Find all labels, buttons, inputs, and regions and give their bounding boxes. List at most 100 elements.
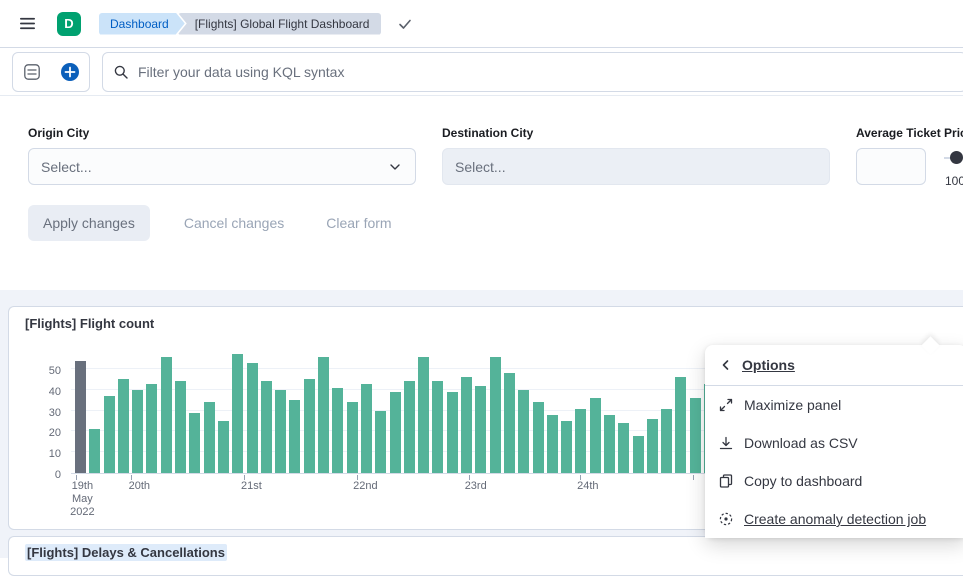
options-back-button[interactable]: Options xyxy=(705,345,963,385)
menu-item-download-csv[interactable]: Download as CSV xyxy=(705,424,963,462)
menu-item-create-anomaly-job[interactable]: Create anomaly detection job xyxy=(705,500,963,538)
search-icon xyxy=(113,64,129,80)
top-header: D Dashboard [Flights] Global Flight Dash… xyxy=(0,0,963,48)
y-tick-label: 30 xyxy=(49,407,61,419)
chart-bar[interactable] xyxy=(390,392,401,473)
clear-form-button[interactable]: Clear form xyxy=(318,205,399,241)
chart-bar[interactable] xyxy=(289,400,300,473)
chart-bar[interactable] xyxy=(361,384,372,473)
chart-bar[interactable] xyxy=(318,357,329,473)
avg-ticket-price-input[interactable] xyxy=(856,148,926,185)
avg-ticket-price-slider: 100 xyxy=(940,148,963,188)
menu-hamburger-button[interactable] xyxy=(14,10,41,37)
y-tick-label: 0 xyxy=(55,469,61,481)
chart-bar[interactable] xyxy=(504,373,515,473)
chart-bar[interactable] xyxy=(518,390,529,473)
chart-bar[interactable] xyxy=(661,409,672,473)
menu-item-label: Create anomaly detection job xyxy=(744,511,926,527)
slider-thumb[interactable] xyxy=(950,151,963,164)
chart-bar[interactable] xyxy=(146,384,157,473)
chart-bar[interactable] xyxy=(332,388,343,473)
ml-icon xyxy=(718,511,734,527)
chart-bar[interactable] xyxy=(304,379,315,473)
menu-item-copy-to-dashboard[interactable]: Copy to dashboard xyxy=(705,462,963,500)
dashboard-controls: Origin City Select... Destination City S… xyxy=(0,96,963,298)
chart-bar[interactable] xyxy=(247,363,258,473)
chart-y-axis: 01020304050 xyxy=(25,355,71,474)
breadcrumb-dashboard[interactable]: Dashboard xyxy=(99,13,185,35)
destination-city-control: Destination City Select... xyxy=(442,126,830,185)
kql-search-input[interactable] xyxy=(138,64,956,80)
x-tick-label: 22nd xyxy=(353,480,377,493)
chart-bar[interactable] xyxy=(118,379,129,473)
chart-bar[interactable] xyxy=(475,386,486,473)
chart-bar[interactable] xyxy=(175,381,186,473)
y-tick-label: 50 xyxy=(49,365,61,377)
delays-panel-title[interactable]: [Flights] Delays & Cancellations xyxy=(25,544,227,561)
apply-changes-button[interactable]: Apply changes xyxy=(28,205,150,241)
y-tick-label: 20 xyxy=(49,427,61,439)
chart-bar[interactable] xyxy=(375,411,386,473)
chart-bar[interactable] xyxy=(418,357,429,473)
chart-bar[interactable] xyxy=(447,392,458,473)
x-tick-label: 19thMay2022 xyxy=(70,480,94,520)
filter-list-icon xyxy=(23,63,41,81)
chart-bar[interactable] xyxy=(575,409,586,473)
controls-actions: Apply changes Cancel changes Clear form xyxy=(28,205,935,241)
chart-bar[interactable] xyxy=(633,436,644,473)
chart-bar[interactable] xyxy=(189,413,200,473)
chart-bar[interactable] xyxy=(690,398,701,473)
chart-bar[interactable] xyxy=(461,377,472,473)
x-tick-label: 23rd xyxy=(465,480,487,493)
plus-circle-icon xyxy=(60,62,80,82)
check-icon xyxy=(397,16,413,32)
chart-bar[interactable] xyxy=(590,398,601,473)
chart-bar[interactable] xyxy=(404,381,415,473)
chart-bar[interactable] xyxy=(547,415,558,473)
add-filter-button[interactable] xyxy=(51,53,89,91)
flight-count-panel-title[interactable]: [Flights] Flight count xyxy=(25,316,154,331)
avg-ticket-price-control: Average Ticket Price 100 xyxy=(856,126,963,188)
breadcrumb-current-dashboard: [Flights] Global Flight Dashboard xyxy=(178,13,382,35)
chart-bar[interactable] xyxy=(75,361,86,473)
chart-bar[interactable] xyxy=(161,357,172,473)
chart-bar[interactable] xyxy=(675,377,686,473)
chart-bar[interactable] xyxy=(561,421,572,473)
menu-item-label: Maximize panel xyxy=(744,397,841,413)
chart-bar[interactable] xyxy=(490,357,501,473)
destination-city-select[interactable]: Select... xyxy=(442,148,830,185)
chart-bar[interactable] xyxy=(232,354,243,473)
space-avatar[interactable]: D xyxy=(57,12,81,36)
menu-item-maximize-panel[interactable]: Maximize panel xyxy=(705,386,963,424)
chart-bar[interactable] xyxy=(618,423,629,473)
menu-item-label: Copy to dashboard xyxy=(744,473,862,489)
origin-city-label: Origin City xyxy=(28,126,416,140)
chart-bar[interactable] xyxy=(132,390,143,473)
kql-search-box xyxy=(102,52,963,92)
options-menu-title: Options xyxy=(742,357,795,373)
filter-button-group xyxy=(12,52,90,92)
chart-bar[interactable] xyxy=(647,419,658,473)
chart-bar[interactable] xyxy=(204,402,215,473)
chart-bar[interactable] xyxy=(89,429,100,473)
cancel-changes-button[interactable]: Cancel changes xyxy=(176,205,292,241)
x-tick-label: 24th xyxy=(577,480,598,493)
chart-bar[interactable] xyxy=(218,421,229,473)
chart-bar[interactable] xyxy=(104,396,115,473)
chart-bar[interactable] xyxy=(533,402,544,473)
breadcrumb: Dashboard [Flights] Global Flight Dashbo… xyxy=(99,13,381,35)
y-tick-label: 40 xyxy=(49,386,61,398)
maximize-icon xyxy=(718,397,734,413)
avg-ticket-price-label: Average Ticket Price xyxy=(856,126,963,140)
panel-options-menu: Options Maximize panel Download as CSV C… xyxy=(705,345,963,538)
chart-bar[interactable] xyxy=(347,402,358,473)
query-bar-row xyxy=(0,48,963,96)
chart-bar[interactable] xyxy=(261,381,272,473)
saved-queries-button[interactable] xyxy=(13,53,51,91)
destination-city-label: Destination City xyxy=(442,126,830,140)
chart-bar[interactable] xyxy=(432,381,443,473)
chart-bar[interactable] xyxy=(604,415,615,473)
chart-bar[interactable] xyxy=(275,390,286,473)
origin-city-select[interactable]: Select... xyxy=(28,148,416,185)
saved-check-button[interactable] xyxy=(393,12,417,36)
